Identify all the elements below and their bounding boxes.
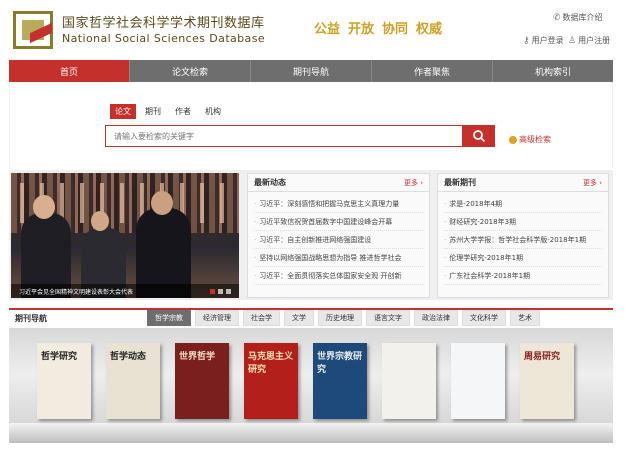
journal-nav-bar: 期刊导航 哲学宗教 经济管理 社会学 文学 历史地理 语言文字 政治法律 文化科… — [9, 308, 613, 326]
category-history-geography[interactable]: 历史地理 — [318, 310, 362, 326]
banner-photo[interactable]: 习近平会见全国精神文明建设表彰大会代表 — [11, 173, 239, 298]
journal-categories: 哲学宗教 经济管理 社会学 文学 历史地理 语言文字 政治法律 文化科学 艺术 — [147, 310, 540, 326]
category-politics-law[interactable]: 政治法律 — [414, 310, 458, 326]
user-icon: ♙ — [568, 35, 577, 46]
journal-nav-title: 期刊导航 — [15, 313, 47, 323]
journal-cover[interactable]: 哲学动态 — [106, 343, 160, 419]
nav-item-institutions[interactable]: 机构索引 — [493, 60, 613, 82]
journal-cover[interactable] — [451, 343, 505, 419]
shelf-base — [9, 423, 613, 443]
key-icon: ⚷ — [523, 35, 530, 46]
slogan: 公益 — [314, 22, 341, 37]
advanced-search-link[interactable]: 高级检索 — [509, 134, 551, 145]
journal-item[interactable]: · 苏州大学学报：哲学社会科学版-2018年1期 — [444, 231, 602, 249]
search-tab-journal[interactable]: 期刊 — [140, 104, 166, 119]
slogan: 协同 — [382, 22, 409, 37]
search-tabs: 论文 期刊 作者 机构 — [110, 104, 226, 119]
search-icon — [473, 130, 486, 143]
info-icon — [509, 135, 517, 144]
journal-cover[interactable]: 世界宗教研究 — [313, 343, 367, 419]
banner-caption: 习近平会见全国精神文明建设表彰大会代表 — [11, 284, 239, 298]
journal-cover[interactable]: 马克思主义研究 — [244, 343, 298, 419]
news-item[interactable]: · 习近平：全面贯彻落实总体国家安全观 开创新 — [254, 267, 423, 285]
category-linguistics[interactable]: 语言文字 — [366, 310, 410, 326]
journals-panel: 最新期刊 更多 › · 求是-2018年4期 · 财经研究-2018年3期 · 苏州大… — [437, 173, 609, 298]
slogan-group: 公益 开放 协同 权威 — [314, 18, 442, 37]
journal-cover[interactable]: 周易研究 — [520, 343, 574, 419]
news-item[interactable]: · 习近平：深刻感悟和把握马克思主义真理力量 — [254, 195, 423, 213]
category-sociology[interactable]: 社会学 — [243, 310, 280, 326]
journal-item[interactable]: · 伦理学研究-2018年1期 — [444, 249, 602, 267]
journals-more-link[interactable]: 更多 › — [583, 178, 602, 188]
slogan: 开放 — [348, 22, 375, 37]
carousel-dot[interactable] — [210, 289, 215, 294]
intro-link[interactable]: ✆ 数据库介绍 — [553, 12, 603, 23]
journal-item[interactable]: · 求是-2018年4期 — [444, 195, 602, 213]
journal-cover[interactable] — [382, 343, 436, 419]
category-culture-science[interactable]: 文化科学 — [462, 310, 506, 326]
site-title: 国家哲学社会科学学术期刊数据库 — [62, 16, 265, 31]
category-literature[interactable]: 文学 — [284, 310, 314, 326]
main-nav: 首页 论文检索 期刊导航 作者聚焦 机构索引 — [9, 60, 613, 82]
journal-cover[interactable]: 世界哲学 — [175, 343, 229, 419]
site-logo-icon[interactable] — [13, 11, 53, 49]
search-tab-paper[interactable]: 论文 — [110, 104, 136, 119]
search-button[interactable] — [463, 125, 495, 147]
category-art[interactable]: 艺术 — [510, 310, 540, 326]
news-more-link[interactable]: 更多 › — [404, 178, 423, 188]
news-panel-title: 最新动态 — [254, 178, 286, 187]
search-section: 论文 期刊 作者 机构 高级检索 — [9, 82, 613, 168]
carousel-dots — [210, 289, 231, 294]
journal-item[interactable]: · 财经研究-2018年3期 — [444, 213, 602, 231]
nav-item-journal-nav[interactable]: 期刊导航 — [251, 60, 372, 82]
carousel-dot[interactable] — [226, 289, 231, 294]
search-tab-author[interactable]: 作者 — [170, 104, 196, 119]
category-philosophy-religion[interactable]: 哲学宗教 — [147, 310, 191, 326]
journal-item[interactable]: · 广东社会科学-2018年1期 — [444, 267, 602, 285]
carousel-dot[interactable] — [218, 289, 223, 294]
login-link[interactable]: ⚷ 用户登录 — [523, 35, 564, 46]
nav-item-authors[interactable]: 作者聚焦 — [372, 60, 493, 82]
news-item[interactable]: · 习近平：自主创新推进网络强国建设 — [254, 231, 423, 249]
search-input[interactable] — [105, 125, 463, 147]
journals-panel-title: 最新期刊 — [444, 178, 476, 187]
nav-item-paper-search[interactable]: 论文检索 — [130, 60, 251, 82]
category-economics[interactable]: 经济管理 — [195, 310, 239, 326]
content-middle: 习近平会见全国精神文明建设表彰大会代表 最新动态 更多 › · 习近平：深刻感悟和… — [9, 170, 613, 300]
phone-icon: ✆ — [553, 12, 561, 23]
search-tab-institution[interactable]: 机构 — [200, 104, 226, 119]
site-header: 国家哲学社会科学学术期刊数据库 National Social Sciences… — [0, 0, 640, 58]
slogan: 权威 — [416, 22, 443, 37]
site-subtitle: National Social Sciences Database — [62, 32, 265, 45]
journal-cover[interactable]: 哲学研究 — [37, 343, 91, 419]
news-item[interactable]: · 坚持以网络强国战略思想为指导 推进哲学社会 — [254, 249, 423, 267]
nav-item-home[interactable]: 首页 — [9, 60, 130, 82]
news-panel: 最新动态 更多 › · 习近平：深刻感悟和把握马克思主义真理力量 · 习近平致信祝贺… — [247, 173, 430, 298]
news-item[interactable]: · 习近平致信祝贺首届数字中国建设峰会开幕 — [254, 213, 423, 231]
register-link[interactable]: ♙ 用户注册 — [568, 35, 610, 46]
